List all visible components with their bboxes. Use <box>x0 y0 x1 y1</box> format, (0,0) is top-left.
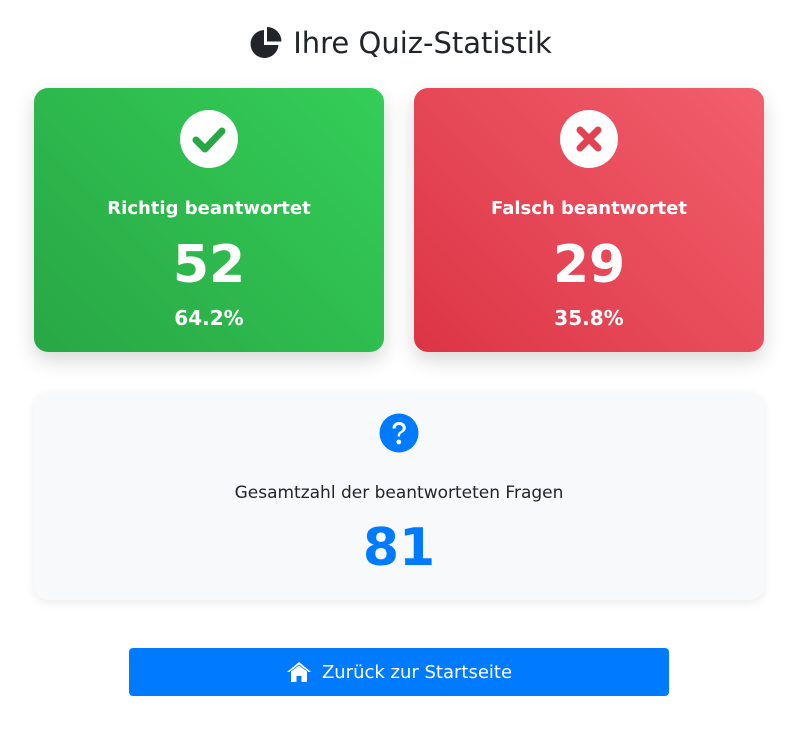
wrong-answers-card: Falsch beantwortet 29 35.8% <box>414 88 764 352</box>
wrong-answers-count: 29 <box>552 235 626 295</box>
correct-answers-card: Richtig beantwortet 52 64.2% <box>34 88 384 352</box>
correct-answers-label: Richtig beantwortet <box>107 198 311 219</box>
total-questions-label: Gesamtzahl der beantworteten Fragen <box>234 483 564 503</box>
page-title: Ihre Quiz-Statistik <box>0 26 801 60</box>
home-icon <box>286 662 311 682</box>
quiz-statistics-page: Ihre Quiz-Statistik Richtig beantwortet … <box>0 0 801 747</box>
times-circle-icon <box>560 110 618 168</box>
page-title-text: Ihre Quiz-Statistik <box>293 26 552 60</box>
correct-answers-count: 52 <box>172 235 246 295</box>
back-to-home-label: Zurück zur Startseite <box>321 661 513 683</box>
check-circle-icon <box>180 110 238 168</box>
wrong-answers-percent: 35.8% <box>554 306 624 330</box>
total-questions-count: 81 <box>362 518 436 578</box>
chart-pie-icon <box>249 26 283 60</box>
correct-answers-percent: 64.2% <box>174 306 244 330</box>
total-questions-card: Gesamtzahl der beantworteten Fragen 81 <box>34 392 764 600</box>
wrong-answers-label: Falsch beantwortet <box>491 198 687 219</box>
back-to-home-button[interactable]: Zurück zur Startseite <box>129 648 669 696</box>
question-circle-icon <box>379 413 419 453</box>
